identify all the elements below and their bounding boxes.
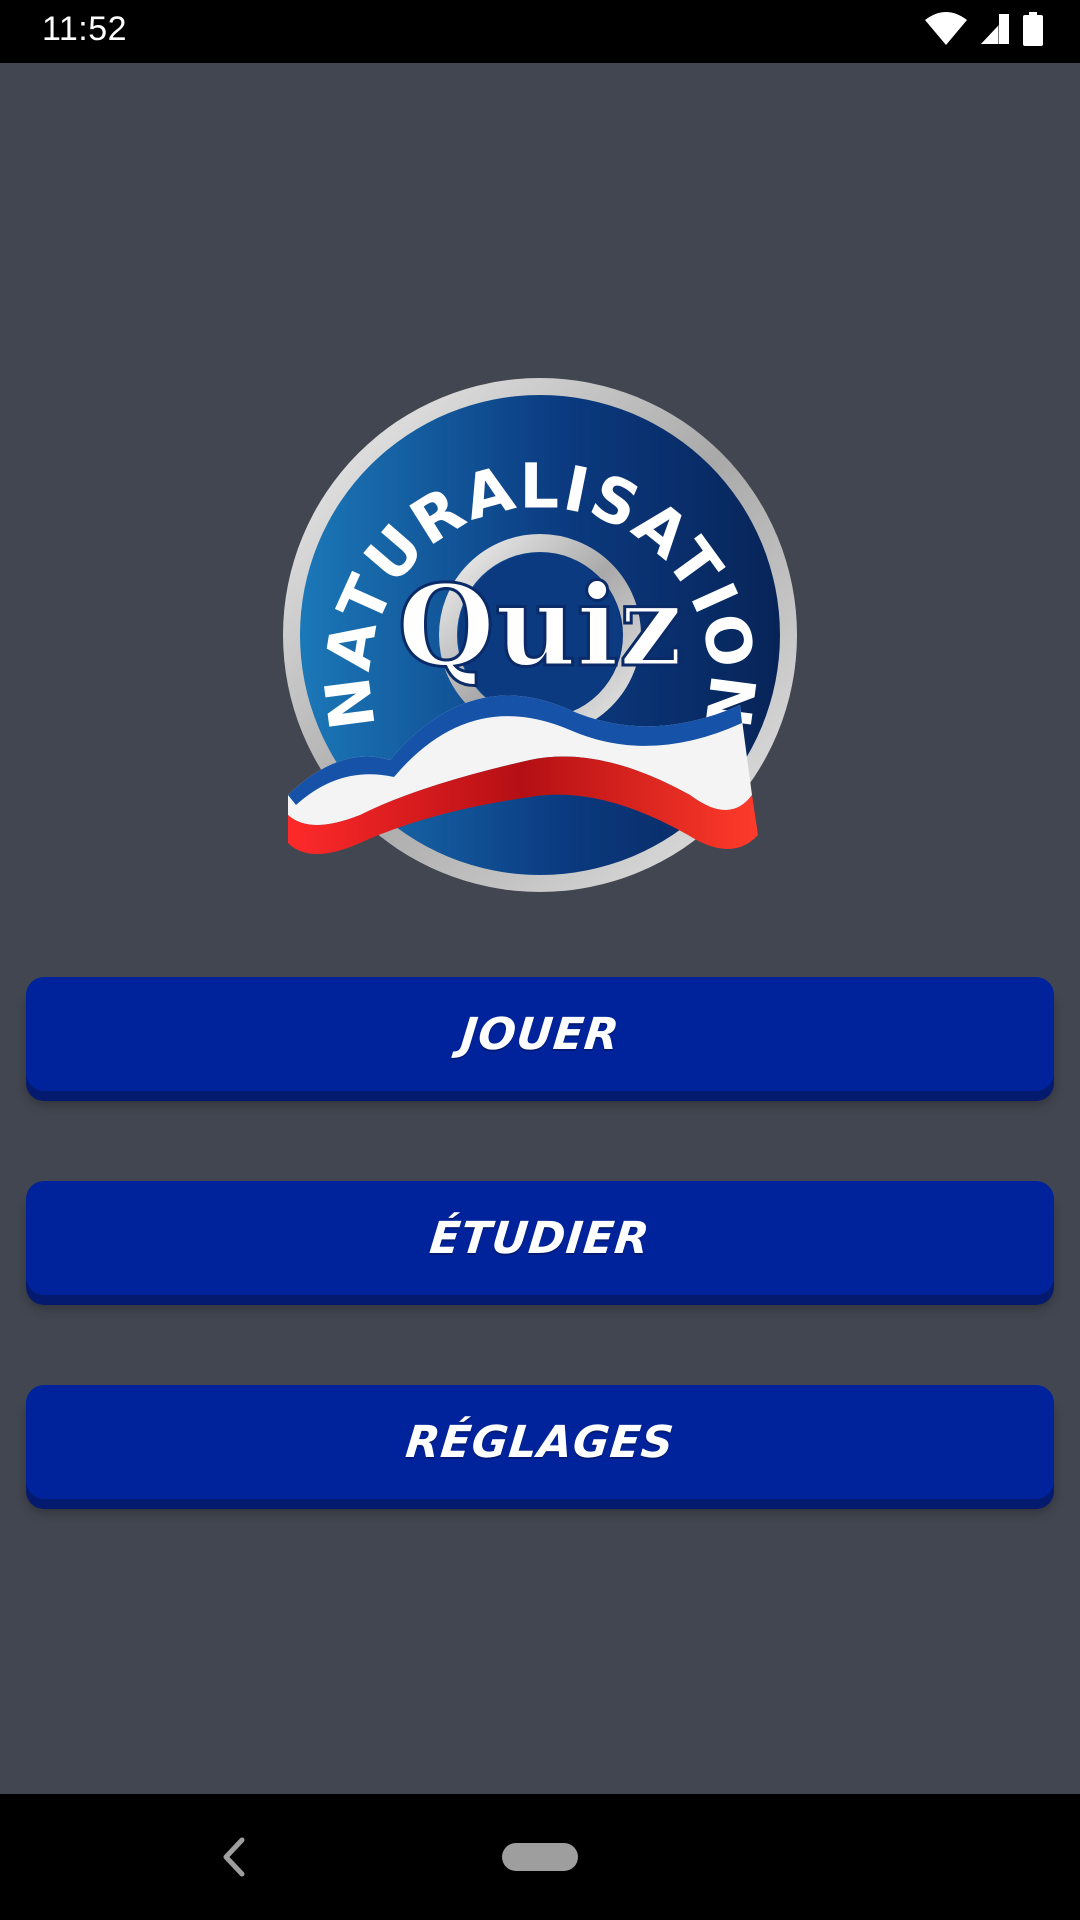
cell-signal-icon [980, 13, 1010, 49]
settings-button[interactable]: RÉGLAGES [26, 1385, 1054, 1499]
status-bar: 11:52 [0, 0, 1080, 63]
status-icons [924, 12, 1044, 50]
battery-icon [1022, 12, 1044, 50]
logo-center-text: Quiz [397, 561, 682, 692]
settings-button-label: RÉGLAGES [403, 1416, 677, 1468]
wifi-icon [924, 12, 968, 50]
study-button[interactable]: ÉTUDIER [26, 1181, 1054, 1295]
back-icon[interactable] [218, 1834, 248, 1880]
app-logo: NATURALISATION Quiz [270, 365, 810, 905]
study-button-label: ÉTUDIER [427, 1212, 653, 1264]
play-button-label: JOUER [458, 1008, 622, 1060]
home-pill-icon[interactable] [502, 1843, 578, 1871]
play-button[interactable]: JOUER [26, 977, 1054, 1091]
status-time: 11:52 [42, 10, 128, 48]
navigation-bar [0, 1794, 1080, 1920]
home-screen: 11:52 NATURALISATION Quiz JOUER ÉTUDIER … [0, 0, 1080, 1920]
